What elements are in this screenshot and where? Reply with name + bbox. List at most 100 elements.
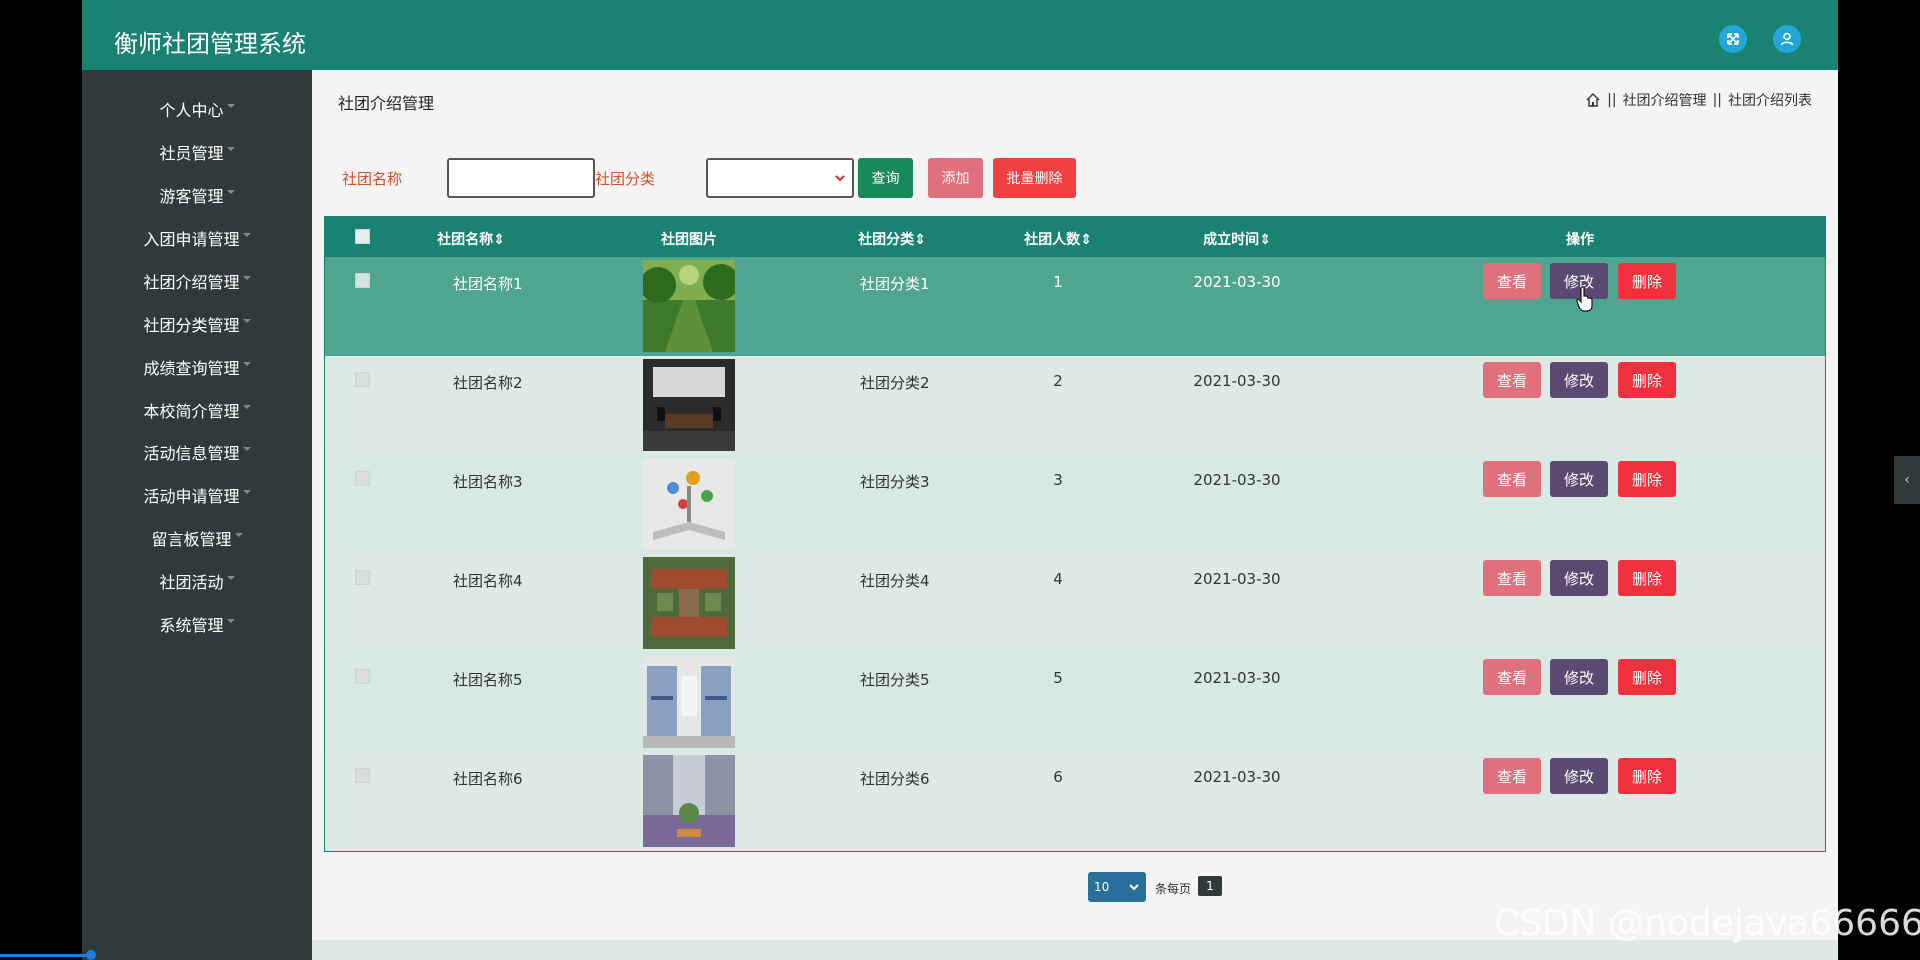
sidebar-item-school-intro[interactable]: 本校简介管理: [82, 390, 312, 430]
delete-button[interactable]: 删除: [1618, 560, 1676, 596]
caret-down-icon: [226, 190, 235, 194]
view-button[interactable]: 查看: [1483, 263, 1541, 299]
club-image: [643, 557, 735, 649]
sidebar-item-label: 社团分类管理: [143, 316, 240, 335]
sidebar-item-label: 成绩查询管理: [143, 359, 240, 378]
caret-down-icon: [242, 362, 251, 366]
header-club-name[interactable]: 社团名称⇕: [437, 229, 505, 249]
top-bar: 衡师社团管理系统: [82, 0, 1838, 70]
sidebar-item-visitors[interactable]: 游客管理: [82, 175, 312, 215]
row-checkbox[interactable]: [355, 768, 370, 783]
collapse-panel-toggle[interactable]: ‹: [1894, 456, 1920, 504]
club-category-label: 社团分类: [595, 170, 656, 188]
caret-down-icon: [226, 104, 235, 108]
club-image: [643, 260, 735, 352]
video-progress-handle[interactable]: [86, 950, 96, 960]
table-row[interactable]: 社团名称1 社团分类1 1 2021-03-30 查看 修改 删除: [325, 257, 1825, 356]
caret-down-icon: [242, 276, 251, 280]
sidebar-item-label: 活动申请管理: [143, 487, 240, 506]
delete-button[interactable]: 删除: [1618, 461, 1676, 497]
delete-button[interactable]: 删除: [1618, 659, 1676, 695]
cell-club-count: 4: [1053, 570, 1063, 588]
add-button[interactable]: 添加: [928, 158, 983, 198]
cell-club-count: 3: [1053, 471, 1063, 489]
sidebar-item-club-intro[interactable]: 社团介绍管理: [82, 261, 312, 301]
view-button[interactable]: 查看: [1483, 659, 1541, 695]
header-club-image: 社团图片: [661, 232, 717, 248]
club-image: [643, 359, 735, 451]
table-row[interactable]: 社团名称6 社团分类6 6 2021-03-30 查看 修改 删除: [325, 752, 1825, 851]
table-row[interactable]: 社团名称4 社团分类4 4 2021-03-30 查看 修改 删除: [325, 554, 1825, 653]
sidebar-item-label: 活动信息管理: [143, 444, 240, 463]
row-checkbox[interactable]: [355, 669, 370, 684]
cell-found-date: 2021-03-30: [1193, 273, 1281, 291]
cell-found-date: 2021-03-30: [1193, 768, 1281, 786]
hand-cursor-icon: [1576, 286, 1593, 312]
cell-club-category: 社团分类1: [860, 275, 930, 293]
sidebar-item-members[interactable]: 社员管理: [82, 132, 312, 172]
header-found-date[interactable]: 成立时间⇕: [1203, 229, 1271, 249]
table-row[interactable]: 社团名称3 社团分类3 3 2021-03-30 查看 修改 删除: [325, 455, 1825, 554]
caret-down-icon: [242, 233, 251, 237]
club-image: [643, 656, 735, 748]
cell-club-count: 2: [1053, 372, 1063, 390]
row-checkbox[interactable]: [355, 570, 370, 585]
cell-club-count: 6: [1053, 768, 1063, 786]
caret-down-icon: [242, 490, 251, 494]
cell-club-name: 社团名称6: [453, 770, 523, 788]
edit-button[interactable]: 修改: [1550, 362, 1608, 398]
sidebar-item-personal-center[interactable]: 个人中心: [82, 89, 312, 129]
sidebar-item-label: 个人中心: [159, 101, 224, 120]
page-number-button[interactable]: 1: [1198, 876, 1222, 896]
view-button[interactable]: 查看: [1483, 758, 1541, 794]
page-size-select[interactable]: 10: [1088, 872, 1146, 902]
sidebar-item-club-category[interactable]: 社团分类管理: [82, 304, 312, 344]
select-all-checkbox[interactable]: [355, 229, 370, 244]
sidebar-item-grade-query[interactable]: 成绩查询管理: [82, 347, 312, 387]
caret-down-icon: [234, 533, 243, 537]
delete-button[interactable]: 删除: [1618, 758, 1676, 794]
edit-button[interactable]: 修改: [1550, 560, 1608, 596]
view-button[interactable]: 查看: [1483, 362, 1541, 398]
sidebar-item-club-activities[interactable]: 社团活动: [82, 561, 312, 601]
app-title: 衡师社团管理系统: [114, 30, 306, 58]
sidebar-item-label: 社员管理: [159, 144, 224, 163]
video-progress-bar[interactable]: [0, 954, 90, 957]
cell-club-count: 5: [1053, 669, 1063, 687]
view-button[interactable]: 查看: [1483, 560, 1541, 596]
delete-button[interactable]: 删除: [1618, 362, 1676, 398]
header-club-category[interactable]: 社团分类⇕: [858, 229, 926, 249]
delete-button[interactable]: 删除: [1618, 263, 1676, 299]
edit-button[interactable]: 修改: [1550, 758, 1608, 794]
sidebar-item-system[interactable]: 系统管理: [82, 604, 312, 644]
table-row[interactable]: 社团名称5 社团分类5 5 2021-03-30 查看 修改 删除: [325, 653, 1825, 752]
sidebar-item-activity-info[interactable]: 活动信息管理: [82, 432, 312, 472]
batch-delete-button[interactable]: 批量删除: [993, 158, 1076, 198]
sidebar-item-activity-applications[interactable]: 活动申请管理: [82, 475, 312, 515]
fullscreen-icon[interactable]: [1719, 25, 1747, 53]
cell-club-name: 社团名称5: [453, 671, 523, 689]
cell-found-date: 2021-03-30: [1193, 669, 1281, 687]
club-category-select[interactable]: [706, 158, 854, 198]
view-button[interactable]: 查看: [1483, 461, 1541, 497]
home-icon[interactable]: [1585, 92, 1601, 108]
breadcrumb-separator: ||: [1607, 92, 1617, 108]
breadcrumb-separator: ||: [1712, 92, 1722, 108]
search-button[interactable]: 查询: [858, 158, 913, 198]
cell-club-category: 社团分类3: [860, 473, 930, 491]
sidebar-item-join-applications[interactable]: 入团申请管理: [82, 218, 312, 258]
user-icon[interactable]: [1773, 25, 1801, 53]
club-name-input[interactable]: [447, 158, 595, 198]
row-checkbox[interactable]: [355, 471, 370, 486]
edit-button[interactable]: 修改: [1550, 461, 1608, 497]
cell-club-category: 社团分类5: [860, 671, 930, 689]
table-row[interactable]: 社团名称2 社团分类2 2 2021-03-30 查看 修改 删除: [325, 356, 1825, 455]
edit-button[interactable]: 修改: [1550, 659, 1608, 695]
row-checkbox[interactable]: [355, 273, 370, 288]
sidebar-item-message-board[interactable]: 留言板管理: [82, 518, 312, 558]
header-club-count[interactable]: 社团人数⇕: [1024, 229, 1092, 249]
cell-club-name: 社团名称2: [453, 374, 523, 392]
breadcrumb-item[interactable]: 社团介绍管理: [1623, 90, 1707, 110]
row-checkbox[interactable]: [355, 372, 370, 387]
cell-found-date: 2021-03-30: [1193, 471, 1281, 489]
